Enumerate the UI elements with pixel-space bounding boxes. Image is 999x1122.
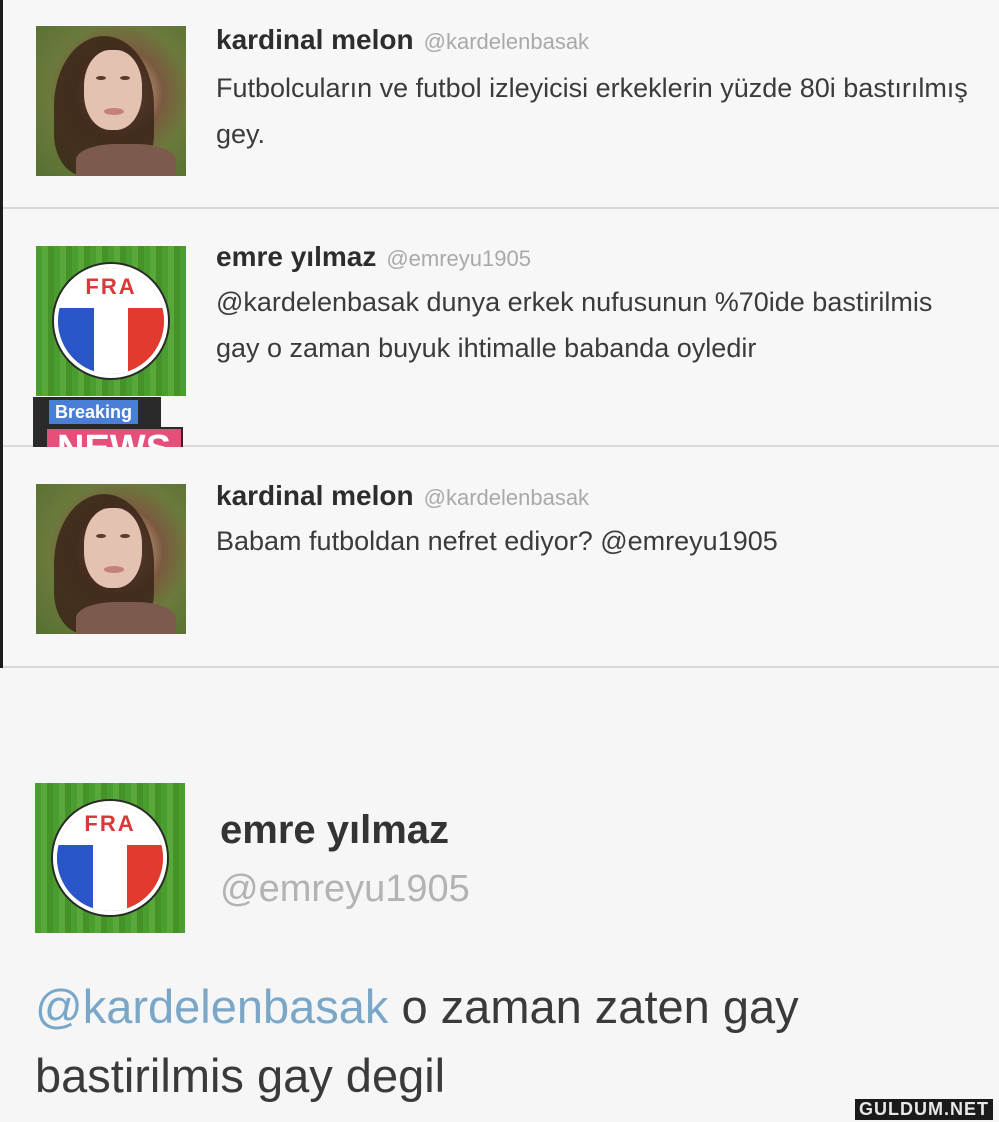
tweet-author[interactable]: kardinal melon @kardelenbasak: [216, 480, 589, 512]
author-name[interactable]: emre yılmaz: [220, 808, 449, 853]
tweet-1[interactable]: kardinal melon @kardelenbasak Futbolcular…: [3, 0, 999, 207]
tweet-author[interactable]: emre yılmaz @emreyu1905: [216, 241, 531, 273]
user-avatar[interactable]: FRA: [36, 246, 186, 396]
fra-badge-icon: FRA: [54, 264, 168, 378]
mention-link[interactable]: @kardelenbasak: [35, 980, 388, 1033]
author-handle[interactable]: @emreyu1905: [386, 246, 531, 271]
author-handle[interactable]: @kardelenbasak: [424, 29, 589, 54]
tweet-text: @kardelenbasak o zaman zaten gay bastiri…: [35, 972, 975, 1110]
user-avatar[interactable]: [36, 26, 186, 176]
tweet-author[interactable]: kardinal melon @kardelenbasak: [216, 24, 589, 56]
watermark: GULDUM.NET: [855, 1099, 993, 1120]
tweet-3[interactable]: kardinal melon @kardelenbasak Babam futbo…: [3, 447, 999, 666]
divider: [3, 666, 999, 668]
tweet-text: Babam futboldan nefret ediyor? @emreyu19…: [216, 526, 778, 556]
author-name[interactable]: kardinal melon: [216, 480, 414, 511]
user-avatar[interactable]: FRA: [35, 783, 185, 933]
breaking-label: Breaking: [49, 400, 139, 424]
fra-badge-icon: FRA: [53, 801, 167, 915]
author-handle[interactable]: @emreyu1905: [220, 868, 470, 911]
tweet-text: @kardelenbasak dunya erkek nufusunun %70…: [216, 287, 933, 363]
tweet-text: Futbolcuların ve futbol izleyicisi erkek…: [216, 73, 968, 149]
author-name[interactable]: emre yılmaz: [216, 241, 376, 272]
author-handle[interactable]: @kardelenbasak: [424, 485, 589, 510]
user-avatar[interactable]: [36, 484, 186, 634]
author-name[interactable]: kardinal melon: [216, 24, 414, 55]
